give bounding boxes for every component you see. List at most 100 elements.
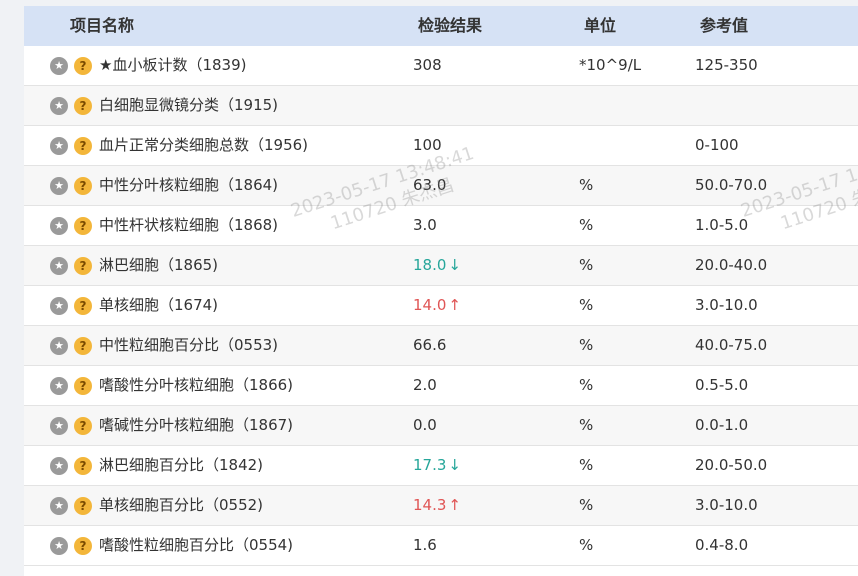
item-unit: % — [579, 216, 594, 234]
item-name: 中性粒细胞百分比（0553) — [99, 336, 279, 354]
item-result: 0.0 — [413, 406, 437, 445]
item-unit: % — [579, 456, 594, 474]
item-unit: % — [579, 416, 594, 434]
star-icon[interactable]: ★ — [50, 177, 68, 195]
help-icon[interactable]: ? — [74, 257, 92, 275]
help-icon[interactable]: ? — [74, 457, 92, 475]
item-result: 2.0 — [413, 366, 437, 405]
item-result: 1.6 — [413, 526, 437, 565]
result-value: 63.0 — [413, 176, 447, 194]
item-result: 17.3 ↓ — [413, 446, 461, 485]
help-icon[interactable]: ? — [74, 97, 92, 115]
table-row: ★? 嗜酸性分叶核粒细胞（1866) 2.0% 0.5-5.0 — [24, 366, 858, 406]
help-icon[interactable]: ? — [74, 537, 92, 555]
item-ref: 3.0-10.0 — [695, 496, 758, 514]
item-unit: *10^9/L — [579, 56, 642, 74]
arrow-down-icon: ↓ — [448, 256, 461, 274]
item-result: 63.0 — [413, 166, 446, 205]
item-ref: 0.5-5.0 — [695, 376, 749, 394]
help-icon[interactable]: ? — [74, 377, 92, 395]
result-value: 14.3 — [413, 496, 447, 514]
table-row: ★? 单核细胞（1674) 14.0 ↑% 3.0-10.0 — [24, 286, 858, 326]
item-name: 淋巴细胞百分比（1842) — [99, 456, 264, 474]
result-value: 14.0 — [413, 296, 447, 314]
star-icon[interactable]: ★ — [50, 97, 68, 115]
star-icon[interactable]: ★ — [50, 377, 68, 395]
item-ref: 0.4-8.0 — [695, 536, 749, 554]
star-icon[interactable]: ★ — [50, 457, 68, 475]
table-row: ★? 嗜酸性粒细胞百分比（0554) 1.6% 0.4-8.0 — [24, 526, 858, 566]
item-name: 嗜酸性分叶核粒细胞（1866) — [99, 376, 294, 394]
help-icon[interactable]: ? — [74, 57, 92, 75]
table-row: ★? 中性分叶核粒细胞（1864) 63.0% 50.0-70.0 — [24, 166, 858, 206]
item-ref: 20.0-50.0 — [695, 456, 768, 474]
item-result: 3.0 — [413, 206, 437, 245]
star-icon[interactable]: ★ — [50, 537, 68, 555]
arrow-up-icon: ↑ — [448, 296, 461, 314]
item-name: 淋巴细胞（1865) — [99, 256, 219, 274]
item-ref: 40.0-75.0 — [695, 336, 768, 354]
item-name: 中性杆状核粒细胞（1868) — [99, 216, 279, 234]
item-unit: % — [579, 496, 594, 514]
item-ref: 0-100 — [695, 136, 739, 154]
result-value: 66.6 — [413, 336, 447, 354]
item-name: 单核细胞百分比（0552) — [99, 496, 264, 514]
help-icon[interactable]: ? — [74, 177, 92, 195]
star-icon[interactable]: ★ — [50, 257, 68, 275]
header-unit: 单位 — [584, 16, 617, 35]
item-name: 中性分叶核粒细胞（1864) — [99, 176, 279, 194]
table-row: ★? 中性杆状核粒细胞（1868) 3.0% 1.0-5.0 — [24, 206, 858, 246]
item-result: 66.6 — [413, 326, 446, 365]
star-icon[interactable]: ★ — [50, 337, 68, 355]
result-value: 308 — [413, 56, 442, 74]
arrow-down-icon: ↓ — [448, 456, 461, 474]
star-icon[interactable]: ★ — [50, 417, 68, 435]
table-row: ★? 嗜碱性分叶核粒细胞（1867) 0.0% 0.0-1.0 — [24, 406, 858, 446]
table-row: ★? ★血小板计数（1839) 308 *10^9/L 125-350 — [24, 46, 858, 86]
help-icon[interactable]: ? — [74, 297, 92, 315]
header-ref: 参考值 — [700, 16, 749, 35]
lab-results-table: 项目名称 检验结果 单位 参考值 ★? ★血小板计数（1839) 308 *10^9/… — [24, 6, 858, 576]
table-body: ★? ★血小板计数（1839) 308 *10^9/L 125-350 ★? 白细胞显微镜分… — [24, 46, 858, 566]
help-icon[interactable]: ? — [74, 217, 92, 235]
item-name: 嗜酸性粒细胞百分比（0554) — [99, 536, 294, 554]
item-ref: 3.0-10.0 — [695, 296, 758, 314]
item-ref: 125-350 — [695, 56, 758, 74]
table-row: ★? 血片正常分类细胞总数（1956) 100 0-100 — [24, 126, 858, 166]
star-icon[interactable]: ★ — [50, 137, 68, 155]
help-icon[interactable]: ? — [74, 417, 92, 435]
result-value: 18.0 — [413, 256, 447, 274]
item-unit: % — [579, 536, 594, 554]
table-row: ★? 淋巴细胞（1865) 18.0 ↓% 20.0-40.0 — [24, 246, 858, 286]
table-row: ★? 白细胞显微镜分类（1915) — [24, 86, 858, 126]
result-value: 0.0 — [413, 416, 437, 434]
item-ref: 0.0-1.0 — [695, 416, 749, 434]
item-result: 18.0 ↓ — [413, 246, 461, 285]
result-value: 17.3 — [413, 456, 447, 474]
item-name: 血片正常分类细胞总数（1956) — [99, 136, 309, 154]
item-unit: % — [579, 176, 594, 194]
item-unit: % — [579, 336, 594, 354]
star-icon[interactable]: ★ — [50, 497, 68, 515]
result-value: 1.6 — [413, 536, 437, 554]
header-result: 检验结果 — [418, 16, 483, 35]
result-value: 100 — [413, 136, 442, 154]
item-unit: % — [579, 256, 594, 274]
star-icon[interactable]: ★ — [50, 297, 68, 315]
item-result: 308 — [413, 46, 442, 85]
item-name: 嗜碱性分叶核粒细胞（1867) — [99, 416, 294, 434]
result-value: 2.0 — [413, 376, 437, 394]
table-row: ★? 单核细胞百分比（0552) 14.3 ↑% 3.0-10.0 — [24, 486, 858, 526]
header-name: 项目名称 — [70, 16, 135, 35]
item-result: 100 — [413, 126, 442, 165]
star-icon[interactable]: ★ — [50, 217, 68, 235]
item-unit: % — [579, 296, 594, 314]
help-icon[interactable]: ? — [74, 337, 92, 355]
help-icon[interactable]: ? — [74, 137, 92, 155]
arrow-up-icon: ↑ — [448, 496, 461, 514]
item-name: 单核细胞（1674) — [99, 296, 219, 314]
star-icon[interactable]: ★ — [50, 57, 68, 75]
help-icon[interactable]: ? — [74, 497, 92, 515]
item-ref: 20.0-40.0 — [695, 256, 768, 274]
table-row: ★? 中性粒细胞百分比（0553) 66.6% 40.0-75.0 — [24, 326, 858, 366]
